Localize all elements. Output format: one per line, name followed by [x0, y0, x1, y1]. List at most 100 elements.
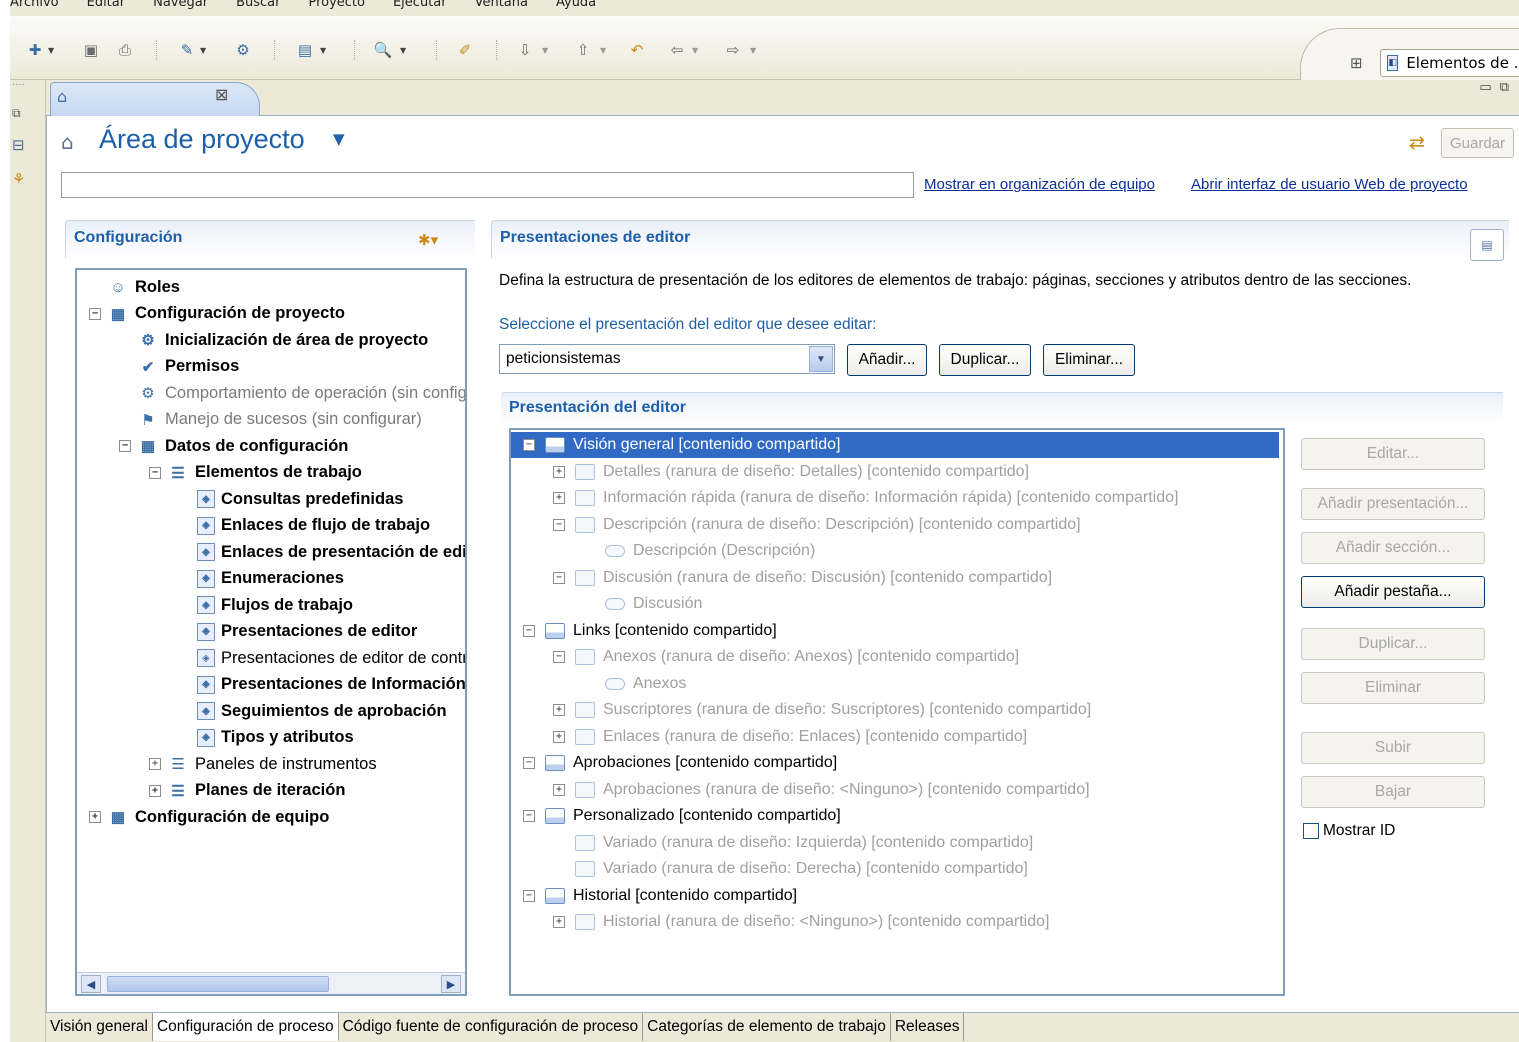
side-button[interactable]: Eliminar	[1301, 672, 1485, 704]
editor-tab[interactable]: ⌂ ⊠	[50, 82, 260, 116]
new-work-item-dropdown-icon[interactable]: ▼	[200, 46, 206, 55]
config-tree-item[interactable]: + ▦ Configuración de equipo	[89, 804, 329, 830]
scroll-thumb[interactable]	[107, 976, 329, 992]
perspective-button[interactable]: ◧ Elementos de ...	[1380, 49, 1519, 77]
config-tree-item[interactable]: + ☰ Paneles de instrumentos	[149, 751, 377, 777]
layout-tree-item[interactable]: Variado (ranura de diseño: Izquierda) [c…	[553, 830, 1033, 856]
config-tree-item[interactable]: ◈ Enlaces de flujo de trabajo	[179, 513, 430, 539]
save-icon[interactable]: ▣	[80, 40, 102, 60]
last-edit-icon[interactable]: ↶	[626, 40, 648, 60]
config-tree-item[interactable]: ◈ Flujos de trabajo	[179, 592, 353, 618]
back-icon[interactable]: ⇦	[666, 40, 688, 60]
search-dropdown-icon[interactable]: ▼	[400, 46, 406, 55]
bottom-tab[interactable]: Configuración de proceso	[152, 1013, 339, 1041]
side-button[interactable]: Añadir pestaña...	[1301, 576, 1485, 608]
collapse-icon[interactable]: −	[523, 889, 535, 902]
restore-icon[interactable]: ⧉	[12, 106, 21, 121]
config-tree-item[interactable]: ◈ Enlaces de presentación de editor	[179, 539, 465, 565]
minimize-maximize-icon[interactable]: ▭⧉	[1479, 80, 1517, 95]
bottom-tab[interactable]: Código fuente de configuración de proces…	[339, 1013, 644, 1041]
config-tree-item[interactable]: − ▦ Datos de configuración	[119, 433, 348, 459]
open-perspective-icon[interactable]: ⊞	[1350, 54, 1363, 72]
bottom-tab[interactable]: Visión general	[46, 1013, 153, 1041]
menu-item-4[interactable]: Proyecto	[308, 0, 365, 9]
window-dropdown-icon[interactable]: ▼	[320, 46, 326, 55]
section-menu-icon[interactable]: ✱▾	[418, 231, 438, 249]
prev-annotation-icon[interactable]: ⇧	[572, 40, 594, 60]
config-tree-item[interactable]: ⚙ Inicialización de área de proyecto	[119, 327, 428, 353]
chevron-down-icon[interactable]: ▼	[333, 130, 345, 148]
config-tree-item[interactable]: ⚙ Comportamiento de operación (sin config…	[119, 380, 465, 406]
expand-icon[interactable]: +	[89, 811, 101, 823]
menu-item-7[interactable]: Ayuda	[556, 0, 596, 9]
config-tree-item[interactable]: ✔ Permisos	[119, 354, 240, 380]
collapse-icon[interactable]: −	[149, 466, 161, 479]
config-tree-item[interactable]: ◈ Presentaciones de editor de contribuyen…	[179, 645, 465, 671]
horizontal-scrollbar[interactable]: ◀ ▶	[77, 972, 465, 994]
config-tree-item[interactable]: ◈ Enumeraciones	[179, 566, 344, 592]
config-tree-item[interactable]: ⚑ Manejo de sucesos (sin configurar)	[119, 407, 422, 433]
side-button[interactable]: Añadir sección...	[1301, 532, 1485, 564]
expand-icon[interactable]: +	[553, 916, 565, 928]
expand-icon[interactable]: +	[149, 758, 161, 770]
config-tree-item[interactable]: ◈ Consultas predefinidas	[179, 486, 403, 512]
layout-tree-item[interactable]: − Discusión (ranura de diseño: Discusión)…	[553, 565, 1052, 591]
layout-tree-item[interactable]: Discusión	[583, 591, 702, 617]
show-in-team-org-link[interactable]: Mostrar en organización de equipo	[924, 176, 1155, 193]
side-button[interactable]: Bajar	[1301, 776, 1485, 808]
menu-item-1[interactable]: Editar	[87, 0, 126, 9]
layout-tree-item[interactable]: − Historial [contenido compartido]	[523, 883, 797, 909]
config-tree-item[interactable]: − ▦ Configuración de proyecto	[89, 301, 345, 327]
collapse-icon[interactable]: −	[553, 518, 565, 531]
hierarchy-view-icon[interactable]: ⊟	[12, 136, 25, 154]
menu-item-5[interactable]: Ejecutar	[393, 0, 447, 9]
search-icon[interactable]: 🔍	[372, 40, 394, 60]
side-button[interactable]: Añadir presentación...	[1301, 488, 1485, 520]
menu-item-0[interactable]: Archivo	[10, 0, 59, 9]
config-tree-item[interactable]: + ☰ Planes de iteración	[149, 778, 345, 804]
scroll-right-icon[interactable]: ▶	[441, 975, 461, 993]
print-icon[interactable]: ⎙	[114, 40, 136, 60]
layout-tree-item[interactable]: − Anexos (ranura de diseño: Anexos) [cont…	[553, 644, 1019, 670]
add-presentation-button[interactable]: Añadir...	[847, 344, 927, 376]
description-field[interactable]	[61, 172, 914, 198]
expand-icon[interactable]: +	[553, 465, 565, 478]
layout-tree-item[interactable]: Descripción (Descripción)	[583, 538, 815, 564]
pencil-icon[interactable]: ✐	[454, 40, 476, 60]
expand-icon[interactable]: +	[553, 492, 565, 504]
new-dropdown-icon[interactable]: ▼	[48, 46, 54, 55]
collapse-icon[interactable]: −	[523, 810, 535, 822]
open-web-ui-link[interactable]: Abrir interfaz de usuario Web de proyect…	[1191, 176, 1468, 193]
forward-icon[interactable]: ⇨	[722, 40, 744, 60]
layout-tree-item[interactable]: Variado (ranura de diseño: Derecha) [con…	[553, 856, 1028, 882]
menu-item-6[interactable]: Ventana	[475, 0, 528, 9]
scroll-left-icon[interactable]: ◀	[81, 975, 101, 993]
layout-tree-item[interactable]: + Enlaces (ranura de diseño: Enlaces) [co…	[553, 724, 1027, 750]
config-tree-item[interactable]: ◈ Tipos y atributos	[179, 725, 354, 751]
config-tree-item[interactable]: − ☰ Elementos de trabajo	[149, 460, 362, 486]
forward-dropdown-icon[interactable]: ▼	[750, 46, 756, 55]
expand-icon[interactable]: +	[553, 730, 565, 743]
collapse-icon[interactable]: −	[553, 651, 565, 663]
layout-tree-item[interactable]: − Aprobaciones [contenido compartido]	[523, 750, 837, 776]
chevron-down-icon[interactable]: ▼	[809, 346, 833, 372]
layout-tree-item[interactable]: Anexos	[583, 671, 686, 697]
bottom-tab[interactable]: Categorías de elemento de trabajo	[643, 1013, 891, 1041]
layout-tree-item[interactable]: − Visión general [contenido compartido]	[511, 432, 1279, 458]
menu-item-2[interactable]: Navegar	[153, 0, 208, 9]
side-button[interactable]: Duplicar...	[1301, 628, 1485, 660]
prev-annotation-dropdown-icon[interactable]: ▼	[600, 46, 606, 55]
layout-tree-item[interactable]: + Historial (ranura de diseño: <Ninguno>)…	[553, 909, 1049, 935]
next-annotation-dropdown-icon[interactable]: ▼	[542, 46, 548, 55]
next-annotation-icon[interactable]: ⇩	[514, 40, 536, 60]
refresh-icon[interactable]: ⇄	[1409, 132, 1425, 154]
show-id-checkbox[interactable]: Mostrar ID	[1303, 822, 1395, 840]
expand-icon[interactable]: +	[553, 704, 565, 716]
config-tree-item[interactable]: ◈ Presentaciones de Información rápida	[179, 672, 465, 698]
config-tree-item[interactable]: ◈ Presentaciones de editor	[179, 619, 417, 645]
configuration-tree[interactable]: ☺ Roles − ▦ Configuración de proyecto ⚙ Inicia…	[75, 268, 467, 996]
new-work-item-icon[interactable]: ✎	[176, 40, 198, 60]
layout-tree-item[interactable]: + Información rápida (ranura de diseño: I…	[553, 485, 1178, 511]
expand-icon[interactable]: +	[553, 783, 565, 796]
side-button[interactable]: Editar...	[1301, 438, 1485, 470]
